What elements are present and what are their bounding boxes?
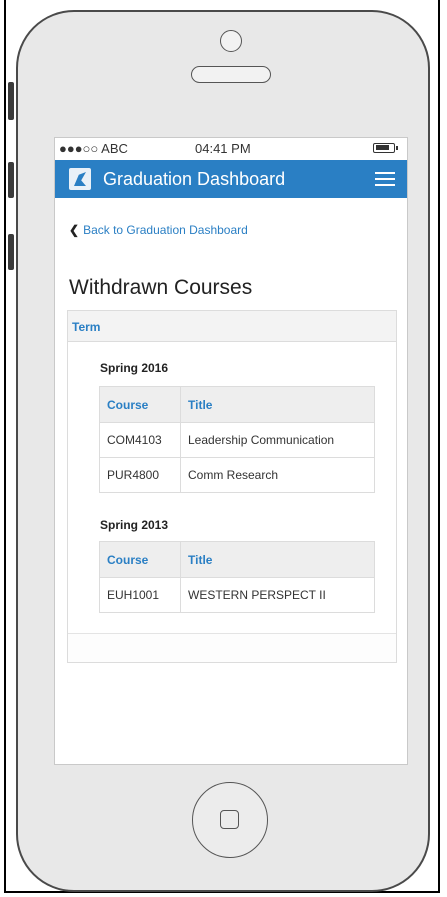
course-table: Course Title EUH1001 WESTERN PERSPECT II <box>99 541 375 613</box>
term-label: Spring 2016 <box>100 361 169 375</box>
course-table: Course Title COM4103 Leadership Communic… <box>99 386 375 493</box>
speaker-grille <box>191 66 271 83</box>
home-button-icon <box>192 782 268 858</box>
menu-icon[interactable] <box>375 172 395 186</box>
phone-screen: ●●●○○ ABC 04:41 PM Graduation Dashboard … <box>54 137 408 765</box>
chevron-left-icon: ❮ <box>69 223 80 237</box>
page-title: Withdrawn Courses <box>69 276 253 299</box>
table-row: PUR4800 Comm Research <box>99 457 375 493</box>
course-code: EUH1001 <box>99 577 181 613</box>
volume-up-button <box>8 162 14 198</box>
column-header-course: Course <box>99 541 181 578</box>
status-bar: ●●●○○ ABC 04:41 PM <box>55 138 407 160</box>
column-header-title: Title <box>180 386 375 423</box>
column-header-course: Course <box>99 386 181 423</box>
volume-down-button <box>8 234 14 270</box>
app-logo-icon[interactable] <box>69 168 91 190</box>
app-header: Graduation Dashboard <box>55 160 407 198</box>
column-header-title: Title <box>180 541 375 578</box>
mute-switch <box>8 82 14 120</box>
course-title: Comm Research <box>180 457 375 493</box>
back-link-label: Back to Graduation Dashboard <box>83 223 248 237</box>
table-row: COM4103 Leadership Communication <box>99 422 375 458</box>
front-camera-icon <box>220 30 242 52</box>
clock: 04:41 PM <box>195 141 251 156</box>
table-header-row: Course Title <box>99 541 375 578</box>
term-panel: Term Spring 2016 Course Title COM4103 Le… <box>67 310 397 663</box>
table-header-row: Course Title <box>99 386 375 423</box>
term-label: Spring 2013 <box>100 518 169 532</box>
battery-icon <box>373 143 398 153</box>
back-link[interactable]: ❮ Back to Graduation Dashboard <box>69 223 248 237</box>
course-title: WESTERN PERSPECT II <box>180 577 375 613</box>
course-code: COM4103 <box>99 422 181 458</box>
carrier-signal: ●●●○○ ABC <box>59 141 128 156</box>
table-row: EUH1001 WESTERN PERSPECT II <box>99 577 375 613</box>
app-title: Graduation Dashboard <box>103 169 286 189</box>
course-code: PUR4800 <box>99 457 181 493</box>
panel-header: Term <box>68 311 396 342</box>
course-title: Leadership Communication <box>180 422 375 458</box>
panel-footer <box>68 633 396 662</box>
